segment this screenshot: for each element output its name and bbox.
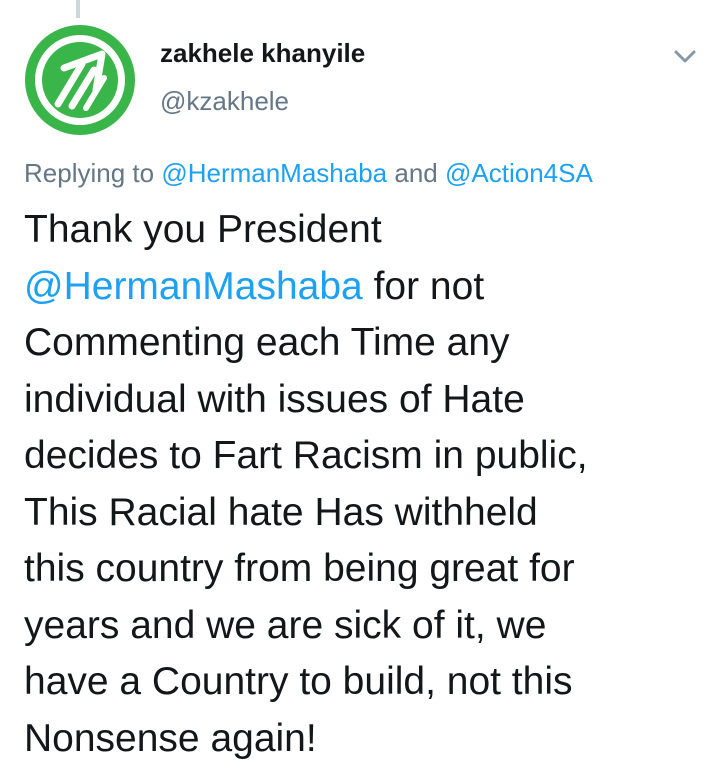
reply-mention-hermanmashaba[interactable]: @HermanMashaba xyxy=(161,158,387,188)
reply-mention-action4sa[interactable]: @Action4SA xyxy=(445,158,593,188)
tweet-line-text: for not xyxy=(362,264,485,308)
tweet-line: years and we are sick of it, we xyxy=(24,603,547,647)
replying-to-conjunction: and xyxy=(394,158,438,188)
tweet-line: Commenting each Time any xyxy=(24,321,510,364)
tweet-line: Thank you President xyxy=(24,208,382,251)
avatar[interactable] xyxy=(24,24,136,136)
tweet-line: this country from being great for xyxy=(24,547,575,590)
tweet-line: Nonsense again! xyxy=(24,716,317,760)
author-name[interactable]: zakhele khanyile xyxy=(160,38,365,69)
thread-connector-line xyxy=(76,0,80,18)
tweet-line: individual with issues of Hate xyxy=(24,377,525,421)
tweet-line: This Racial hate Has withheld xyxy=(24,490,538,534)
tweet-menu-button[interactable] xyxy=(670,44,700,68)
green-arrow-logo-icon xyxy=(25,25,135,135)
replying-to-prefix: Replying to xyxy=(24,158,155,188)
tweet-line: decides to Fart Racism in public, xyxy=(24,434,588,477)
replying-to-line: Replying to @HermanMashaba and @Action4S… xyxy=(24,158,593,189)
tweet-line: @HermanMashaba for not xyxy=(24,259,700,316)
chevron-down-icon xyxy=(674,50,696,63)
tweet-line: have a Country to build, not this xyxy=(24,660,573,703)
tweet-mention-hermanmashaba[interactable]: @HermanMashaba xyxy=(24,265,363,308)
author-handle[interactable]: @kzakhele xyxy=(160,86,289,117)
tweet-text: Thank you President @HermanMashaba for n… xyxy=(24,202,700,767)
